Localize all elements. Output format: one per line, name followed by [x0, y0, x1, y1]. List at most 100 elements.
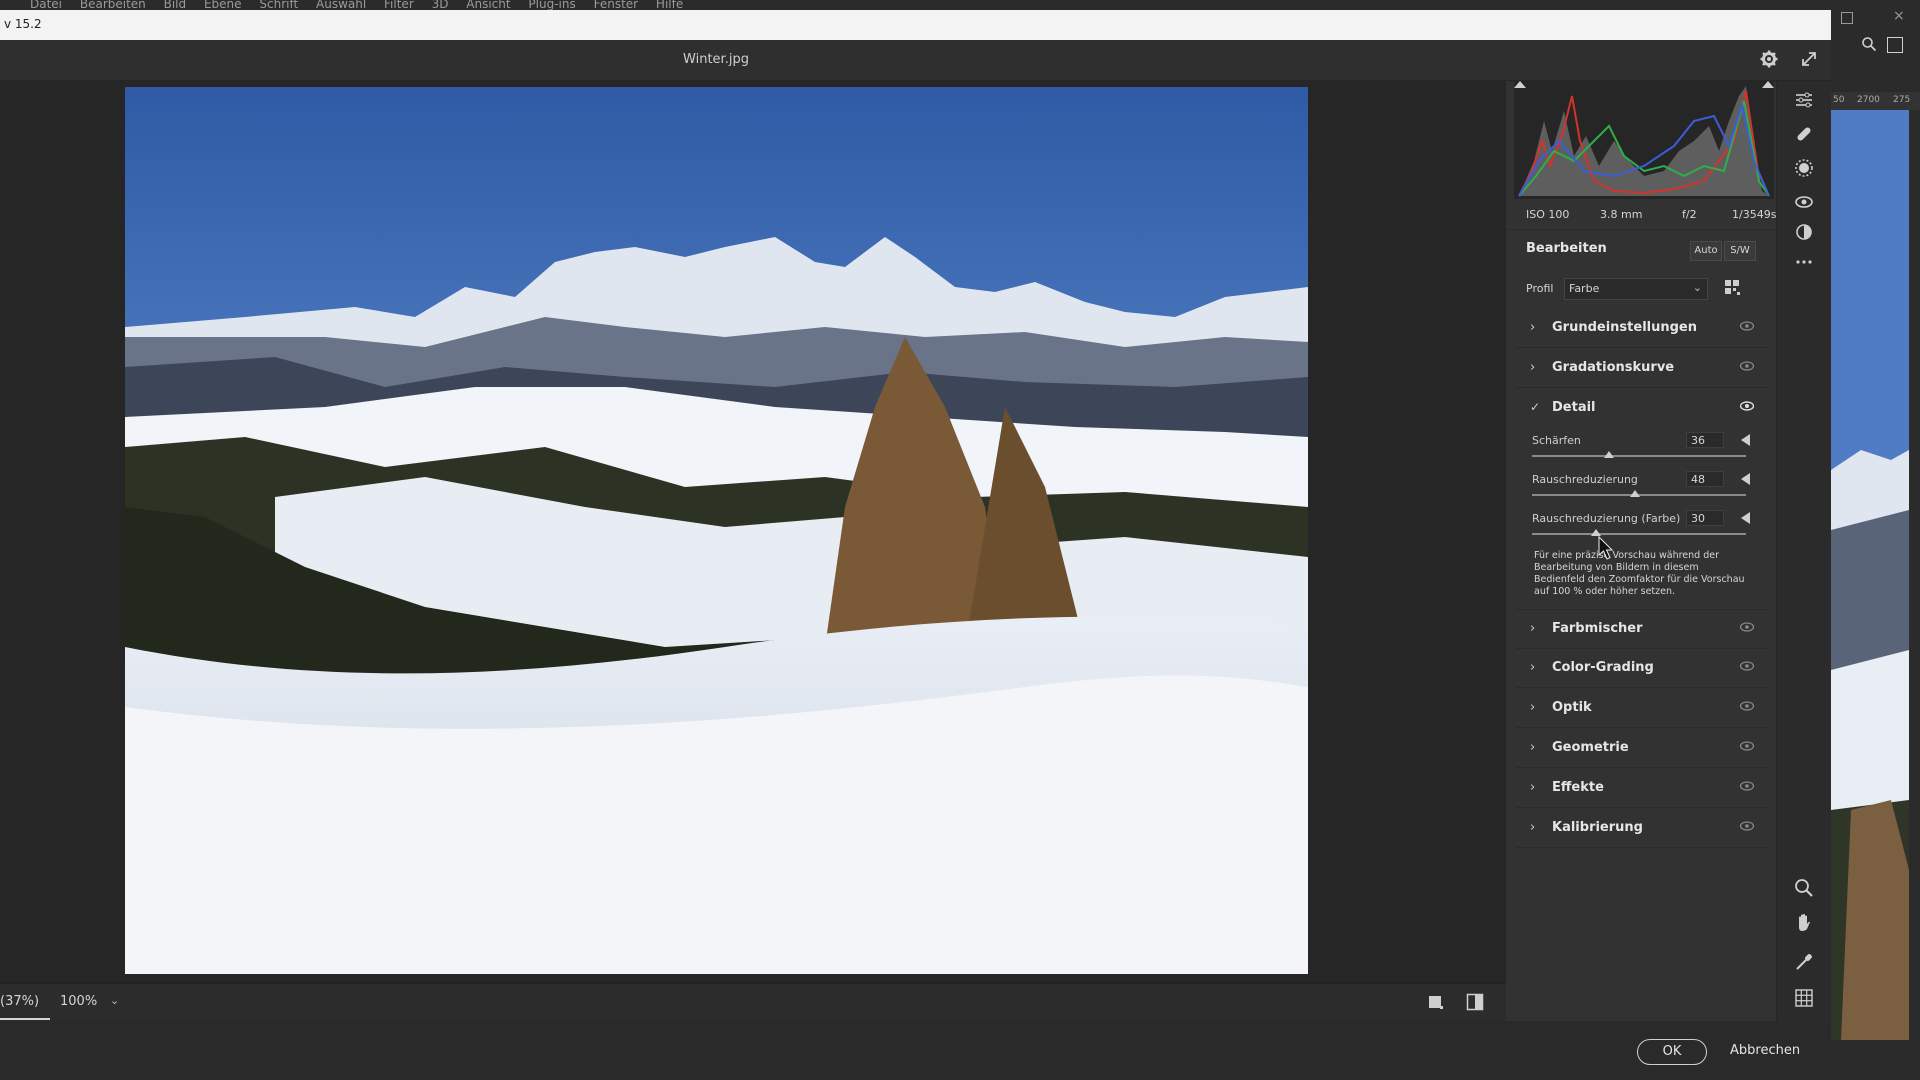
chevron-right-icon: › [1530, 660, 1536, 675]
eye-icon[interactable] [1740, 622, 1754, 632]
before-after-icon[interactable] [1466, 993, 1484, 1011]
menu-item[interactable]: Plug-ins [528, 0, 575, 10]
reset-arrow-icon[interactable] [1741, 512, 1750, 524]
preview-photo[interactable] [125, 87, 1308, 974]
section-grundeinstellungen[interactable]: › Grundeinstellungen [1516, 309, 1770, 348]
eye-icon[interactable] [1740, 661, 1754, 671]
chevron-right-icon: › [1530, 740, 1536, 755]
eye-icon[interactable] [1740, 361, 1754, 371]
slider-track[interactable] [1532, 533, 1746, 535]
grid-icon[interactable] [1793, 987, 1815, 1009]
profile-browser-icon[interactable] [1724, 279, 1740, 295]
reset-arrow-icon[interactable] [1741, 473, 1750, 485]
section-optik[interactable]: › Optik [1516, 689, 1770, 728]
exif-focal: 3.8 mm [1600, 208, 1643, 221]
section-kalibrierung[interactable]: › Kalibrierung [1516, 809, 1770, 848]
slider-value-input[interactable]: 30 [1686, 510, 1724, 526]
gear-icon[interactable] [1760, 50, 1778, 68]
menu-item[interactable]: Fenster [594, 0, 639, 10]
eye-icon[interactable] [1740, 781, 1754, 791]
slider-thumb[interactable] [1629, 490, 1640, 497]
section-label: Kalibrierung [1552, 820, 1643, 835]
ps-canvas-photo [1831, 110, 1909, 1040]
section-geometrie[interactable]: › Geometrie [1516, 729, 1770, 768]
chevron-right-icon: › [1530, 780, 1536, 795]
section-gradationskurve[interactable]: › Gradationskurve [1516, 349, 1770, 388]
eye-icon[interactable] [1740, 321, 1754, 331]
menu-item[interactable]: Datei [30, 0, 62, 10]
menu-item[interactable]: Ansicht [466, 0, 510, 10]
eye-icon[interactable] [1740, 741, 1754, 751]
zoom-select[interactable]: 100% [60, 994, 97, 1009]
tool-strip [1776, 81, 1832, 1021]
menu-item[interactable]: Bearbeiten [80, 0, 146, 10]
chevron-down-icon[interactable]: ⌄ [110, 994, 119, 1007]
dialog-title: v 15.2 [4, 17, 42, 31]
eyedropper-icon[interactable] [1793, 951, 1815, 973]
slider-thumb[interactable] [1591, 529, 1602, 536]
window-close-icon[interactable]: × [1893, 8, 1905, 24]
preview-toolbar: (37%) 100% ⌄ [0, 983, 1506, 1022]
profile-label: Profil [1526, 282, 1554, 295]
ruler-label: 50 [1833, 95, 1845, 105]
section-color-grading[interactable]: › Color-Grading [1516, 649, 1770, 688]
ruler-label: 2700 [1857, 95, 1880, 105]
workspace-icon[interactable] [1887, 37, 1903, 53]
acr-header: Winter.jpg [0, 40, 1831, 81]
section-label: Farbmischer [1552, 621, 1643, 636]
menu-item[interactable]: Hilfe [656, 0, 683, 10]
chevron-right-icon: › [1530, 320, 1536, 335]
section-farbmischer[interactable]: › Farbmischer [1516, 609, 1770, 649]
red-eye-icon[interactable] [1793, 191, 1815, 213]
fullscreen-icon[interactable] [1800, 50, 1818, 68]
dialog-footer: OK Abbrechen [0, 1021, 1831, 1080]
detail-note: Für eine präzise Vorschau während der Be… [1534, 550, 1745, 597]
menu-item[interactable]: Filter [384, 0, 414, 10]
presets-icon[interactable] [1793, 221, 1815, 243]
chevron-down-icon: ⌄ [1692, 281, 1702, 294]
hand-icon[interactable] [1793, 911, 1815, 933]
single-view-icon[interactable] [1428, 994, 1444, 1010]
cancel-button[interactable]: Abbrechen [1730, 1043, 1800, 1058]
exif-shutter: 1/3549s [1732, 208, 1777, 221]
slider-value-input[interactable]: 48 [1686, 471, 1724, 487]
eye-icon[interactable] [1740, 401, 1754, 411]
reset-arrow-icon[interactable] [1741, 434, 1750, 446]
menu-item[interactable]: Schrift [259, 0, 298, 10]
section-label: Color-Grading [1552, 660, 1654, 675]
edit-sliders-icon[interactable] [1793, 89, 1815, 111]
search-icon[interactable] [1861, 36, 1877, 52]
chevron-right-icon: › [1530, 621, 1536, 636]
zoom-icon[interactable] [1793, 877, 1815, 899]
profile-select[interactable]: Farbe ⌄ [1564, 278, 1708, 300]
healing-brush-icon[interactable] [1793, 123, 1815, 145]
zoom-underline [0, 1018, 50, 1020]
bw-button[interactable]: S/W [1724, 241, 1756, 261]
menu-item[interactable]: Ebene [204, 0, 242, 10]
masking-icon[interactable] [1793, 157, 1815, 179]
ruler: 50 2700 275 [1831, 92, 1920, 110]
slider-thumb[interactable] [1604, 451, 1615, 458]
menu-item[interactable]: Auswahl [316, 0, 366, 10]
edit-panel: ISO 100 3.8 mm f/2 1/3549s Bearbeiten Au… [1506, 81, 1776, 1021]
eye-icon[interactable] [1740, 821, 1754, 831]
histogram [1514, 81, 1774, 199]
eye-icon[interactable] [1740, 701, 1754, 711]
section-effekte[interactable]: › Effekte [1516, 769, 1770, 808]
slider-track[interactable] [1532, 455, 1746, 457]
slider-label: Schärfen [1532, 434, 1581, 447]
edit-title: Bearbeiten [1526, 241, 1607, 256]
menu-item[interactable]: Bild [164, 0, 187, 10]
ok-button[interactable]: OK [1637, 1039, 1707, 1065]
slider-value-input[interactable]: 36 [1686, 432, 1724, 448]
auto-button[interactable]: Auto [1690, 241, 1722, 261]
slider-rauschreduzierung-farbe: Rauschreduzierung (Farbe) 30 [1532, 510, 1762, 548]
menu-item[interactable]: 3D [432, 0, 449, 10]
section-detail[interactable]: ✓ Detail [1516, 389, 1770, 427]
more-icon[interactable] [1793, 251, 1815, 273]
window-restore-icon[interactable] [1841, 12, 1853, 24]
ruler-label: 275 [1893, 95, 1911, 105]
zoom-fit-label[interactable]: (37%) [0, 994, 39, 1009]
slider-rauschreduzierung: Rauschreduzierung 48 [1532, 471, 1762, 509]
chevron-right-icon: › [1530, 820, 1536, 835]
